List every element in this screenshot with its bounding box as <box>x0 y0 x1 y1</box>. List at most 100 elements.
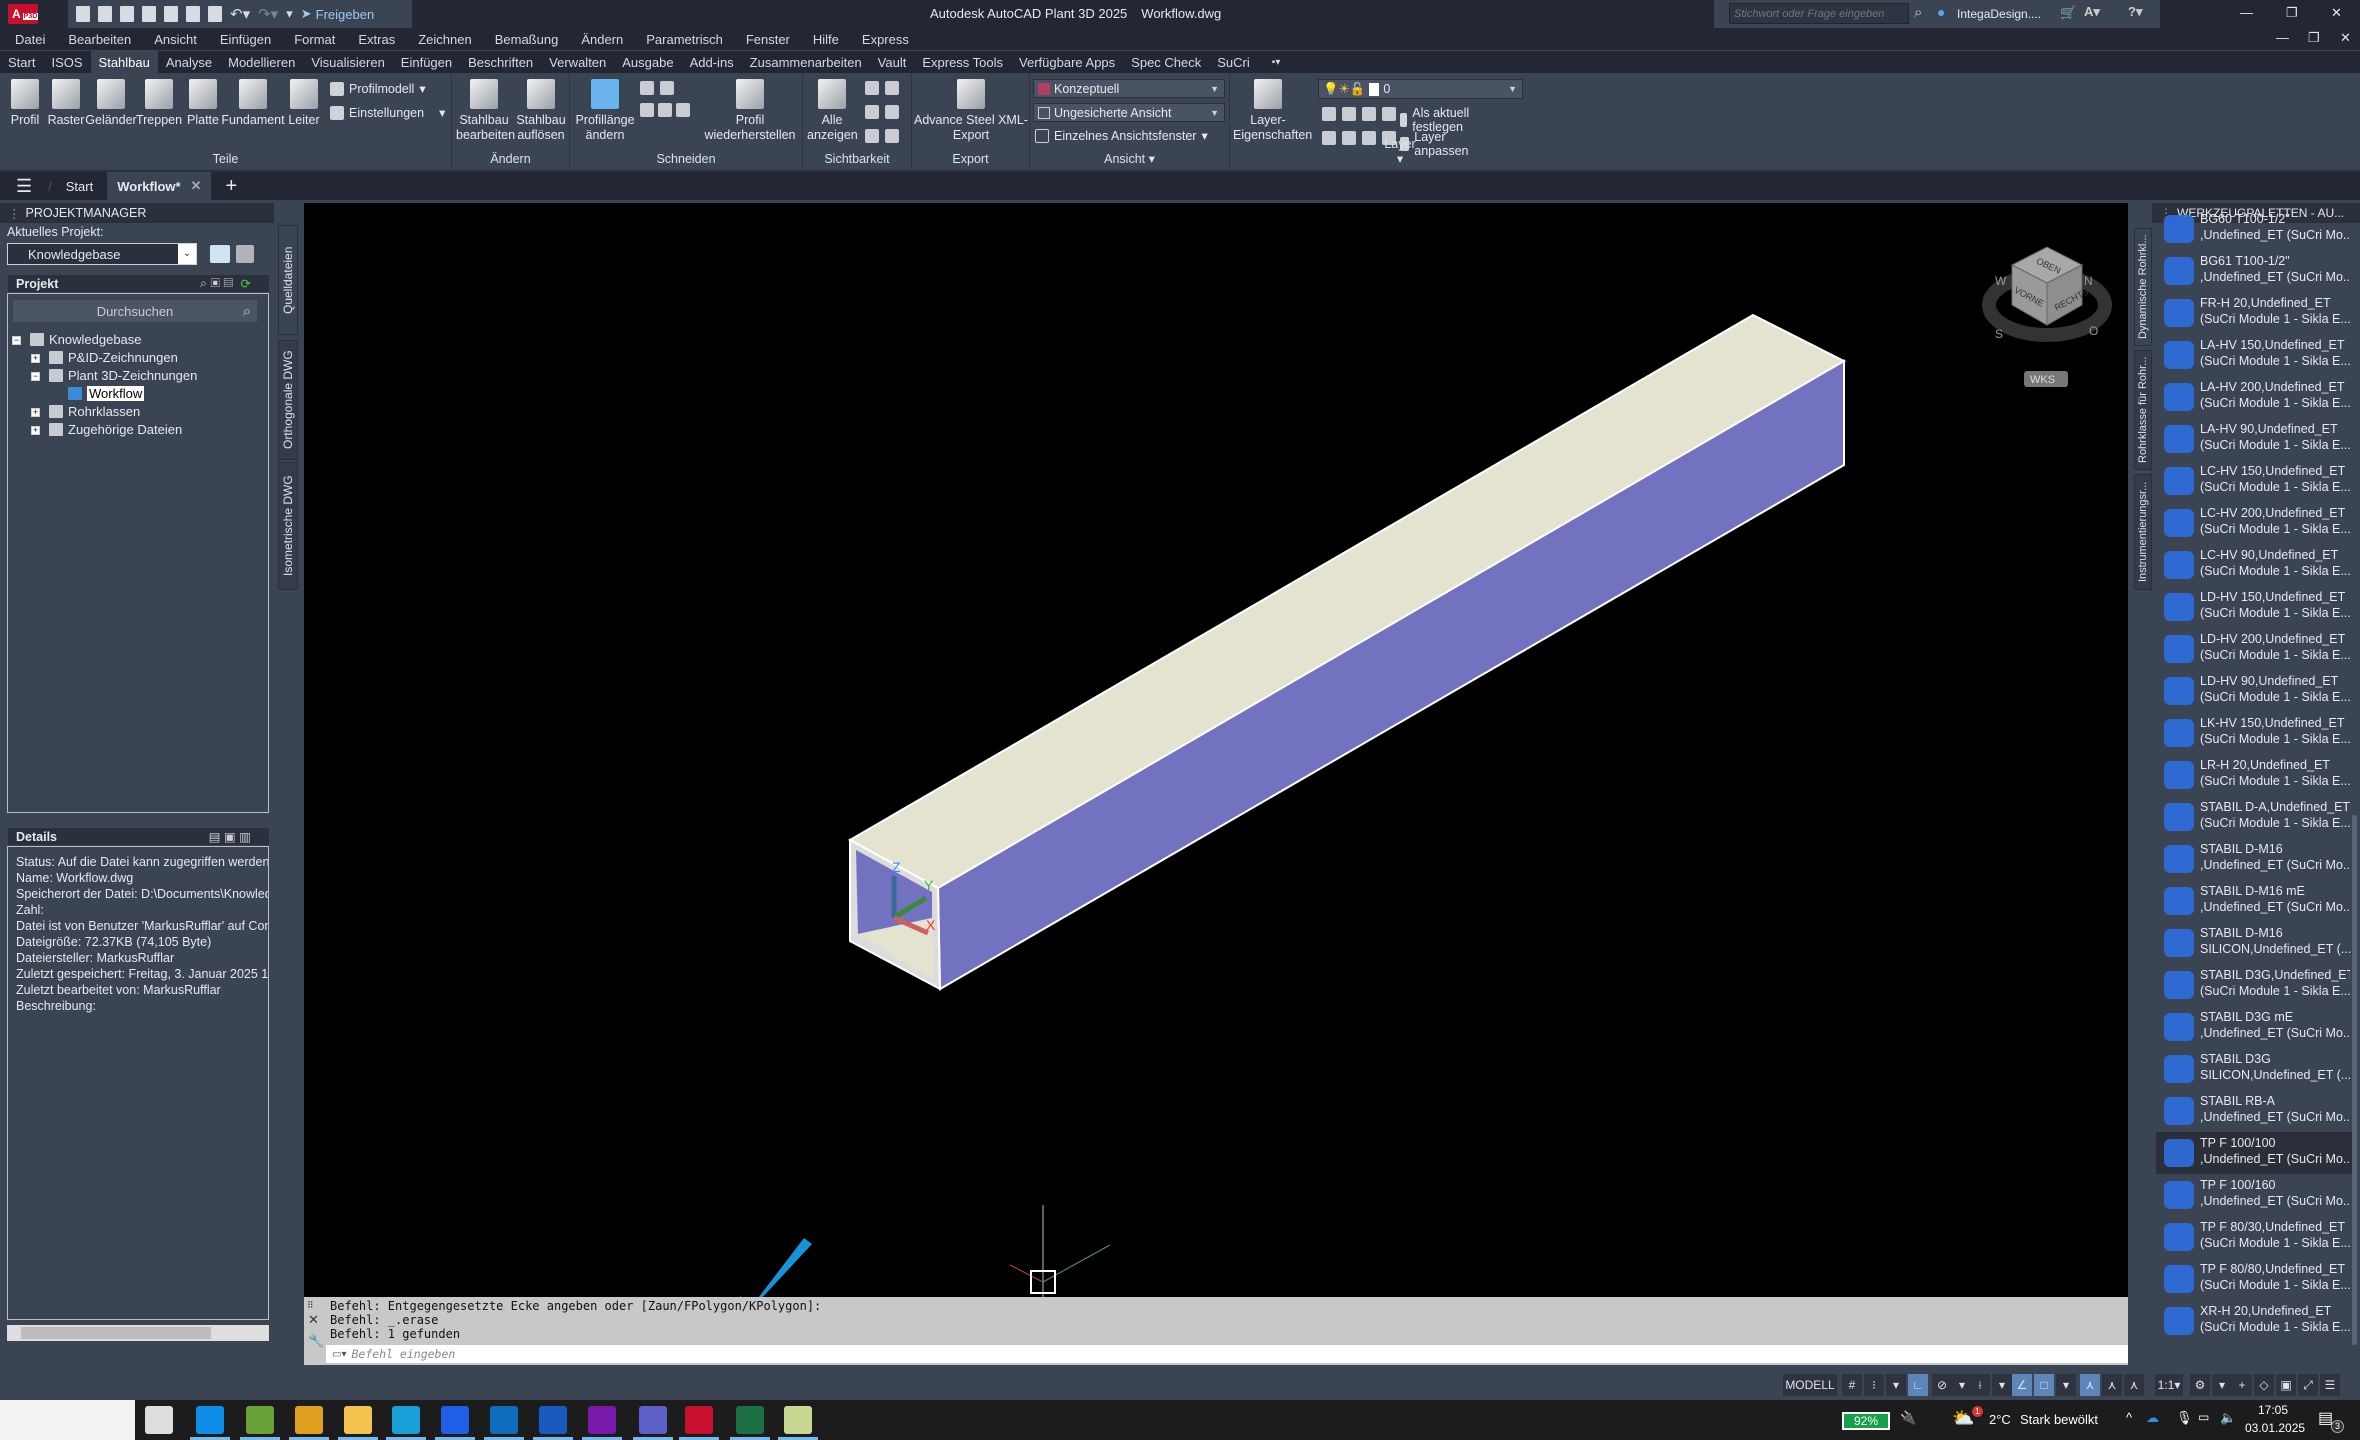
tree-item[interactable]: P&ID-Zeichnungen <box>49 350 178 365</box>
annotation-visibility-icon[interactable]: ⋏ <box>2080 1374 2100 1396</box>
layer-lock-icon[interactable] <box>1382 107 1396 121</box>
palette-tool[interactable]: STABIL D-A,Undefined_ET (SuCri Module 1 -… <box>2156 796 2352 838</box>
menu-item[interactable]: Ändern <box>581 32 623 47</box>
alle-anzeigen-button[interactable]: Alle anzeigen <box>807 79 858 143</box>
help-search-input[interactable] <box>1729 3 1909 24</box>
miter-icon[interactable] <box>660 81 674 95</box>
close-icon[interactable]: ✕ <box>308 1312 319 1328</box>
ribbon-display-toggle[interactable]: ▪▾ <box>1272 57 1281 68</box>
menu-icon[interactable]: ☰ <box>16 176 32 197</box>
ribbon-tab[interactable]: Vault <box>870 51 915 74</box>
command-prompt-icon[interactable]: ▭▾ <box>332 1349 346 1360</box>
einstellungen-button[interactable]: Einstellungen ▾ <box>330 105 445 120</box>
ribbon-tab[interactable]: Beschriften <box>460 51 541 74</box>
chrome-icon[interactable] <box>295 1406 323 1434</box>
help-icon[interactable]: ?▾ <box>2128 4 2142 20</box>
palette-tool[interactable]: TP F 100/100 ,Undefined_ET (SuCri Mo... <box>2156 1132 2352 1174</box>
show-icon[interactable] <box>865 105 879 119</box>
customize-icon[interactable]: ▾ <box>286 6 293 22</box>
palette-tool[interactable]: STABIL D-M16 ,Undefined_ET (SuCri Mo... <box>2156 838 2352 880</box>
share-button[interactable]: ➤ Freigeben <box>301 6 374 22</box>
microphone-icon[interactable]: 🎙 <box>2176 1410 2193 1426</box>
undo-icon[interactable]: ↶▾ <box>230 5 250 23</box>
network-icon[interactable]: ▭ <box>2198 1410 2209 1424</box>
osnap-menu-icon[interactable]: ▾ <box>1992 1374 2012 1396</box>
hide-other-icon[interactable] <box>885 105 899 119</box>
menu-item[interactable]: Fenster <box>746 32 790 47</box>
restore-button[interactable]: ❐ <box>2286 5 2298 21</box>
palette-tool[interactable]: STABIL D-M16 mE ,Undefined_ET (SuCri Mo..… <box>2156 880 2352 922</box>
menu-item[interactable]: Parametrisch <box>646 32 723 47</box>
print-icon[interactable] <box>210 245 230 263</box>
tree-toggle[interactable]: + <box>31 426 40 435</box>
snap-menu-icon[interactable]: ▾ <box>1886 1374 1906 1396</box>
palette-tool[interactable]: XR-H 20,Undefined_ET (SuCri Module 1 - Si… <box>2156 1300 2352 1342</box>
ribbon-tab[interactable]: Express Tools <box>914 51 1011 74</box>
palette-scrollbar[interactable] <box>2352 815 2357 1345</box>
stahlbau-aufloesen-button[interactable]: Stahlbau auflösen <box>514 79 568 143</box>
auto-scale-icon[interactable]: ⋏ <box>2102 1374 2122 1396</box>
menu-item[interactable]: Extras <box>358 32 395 47</box>
tab-start[interactable]: Start <box>66 179 93 194</box>
tree-item[interactable]: Workflow <box>68 386 145 401</box>
visual-style-dropdown[interactable]: Konzeptuell ▼ <box>1033 79 1225 98</box>
print-icon[interactable] <box>208 6 222 22</box>
ribbon-tab[interactable]: Verfügbare Apps <box>1011 51 1123 74</box>
chevron-up-icon[interactable]: ^ <box>2126 1410 2132 1425</box>
cut-left-icon[interactable] <box>640 103 654 117</box>
task-view-icon[interactable] <box>145 1406 173 1434</box>
clock-time[interactable]: 17:05 <box>2258 1403 2288 1417</box>
palette-tool[interactable]: LC-HV 200,Undefined_ET (SuCri Module 1 - … <box>2156 502 2352 544</box>
cut-icon[interactable] <box>640 81 654 95</box>
palette-side-tab[interactable]: Rohrklasse für Rohr... <box>2134 350 2152 470</box>
onenote-icon[interactable] <box>588 1406 616 1434</box>
panel-label[interactable]: Ansicht ▾ <box>1030 151 1229 166</box>
model-canvas[interactable]: Z Y X OBEN VORNE RECHTS W N S O WKS <box>304 203 2128 1297</box>
outlook-icon[interactable] <box>490 1406 518 1434</box>
word-icon[interactable] <box>539 1406 567 1434</box>
save-as-icon[interactable] <box>142 6 156 22</box>
doc-minimize-button[interactable]: — <box>2276 30 2289 45</box>
teams-icon[interactable] <box>639 1406 667 1434</box>
ribbon-tab[interactable]: Modellieren <box>220 51 303 74</box>
palette-tool[interactable]: STABIL D3G,Undefined_ET (SuCri Module 1 -… <box>2156 964 2352 1006</box>
palette-tool[interactable]: STABIL RB-A ,Undefined_ET (SuCri Mo... <box>2156 1090 2352 1132</box>
palette-tool[interactable]: LC-HV 150,Undefined_ET (SuCri Module 1 - … <box>2156 460 2352 502</box>
viewport-config-button[interactable]: Einzelnes Ansichtsfenster ▾ <box>1035 128 1208 143</box>
user-account-button[interactable]: IntegaDesign.... <box>1957 7 2041 21</box>
drawing-viewport[interactable]: Z Y X OBEN VORNE RECHTS W N S O WKS <box>304 203 2128 1297</box>
annotation-scale-button[interactable]: 1:1 ▾ <box>2155 1374 2183 1396</box>
osnap-icon[interactable]: □ <box>2034 1374 2054 1396</box>
ribbon-button[interactable]: Leiter <box>284 79 324 128</box>
menu-item[interactable]: Bearbeiten <box>68 32 131 47</box>
hide-icon[interactable] <box>865 81 879 95</box>
snap-icon[interactable]: ⁝ <box>1864 1374 1884 1396</box>
ortho-icon[interactable]: ∟ <box>1908 1374 1928 1396</box>
project-search-input[interactable]: Durchsuchen ⌕ <box>13 300 257 322</box>
palette-tool[interactable]: STABIL D-M16 SILICON,Undefined_ET (... <box>2156 922 2352 964</box>
ribbon-tab[interactable]: Visualisieren <box>303 51 392 74</box>
viewcube[interactable]: OBEN VORNE RECHTS W N S O <box>1982 246 2112 342</box>
palette-tool[interactable]: LD-HV 150,Undefined_ET (SuCri Module 1 - … <box>2156 586 2352 628</box>
layer-properties-button[interactable]: Layer- Eigenschaften <box>1233 79 1312 143</box>
tree-item[interactable]: Zugehörige Dateien <box>49 422 182 437</box>
visibility-b-icon[interactable] <box>885 129 899 143</box>
named-view-dropdown[interactable]: Ungesicherte Ansicht ▼ <box>1033 103 1225 122</box>
xml-export-button[interactable]: Advance Steel XML- Export <box>914 79 1028 143</box>
annotation-scale-icon[interactable]: ⋏ <box>2124 1374 2144 1396</box>
visibility-a-icon[interactable] <box>865 129 879 143</box>
menu-item[interactable]: Zeichnen <box>418 32 471 47</box>
project-toolbar-icons[interactable]: ⌕ ▣ ▤ <box>200 276 233 291</box>
tab-workflow[interactable]: Workflow* ✕ <box>107 172 212 200</box>
file-explorer-icon[interactable] <box>344 1406 372 1434</box>
current-project-dropdown[interactable]: Knowledgebase ⌄ <box>7 243 197 265</box>
close-button[interactable]: ✕ <box>2331 5 2342 21</box>
horizontal-scrollbar[interactable] <box>7 1325 269 1341</box>
side-tab[interactable]: Quelldateien <box>278 225 298 335</box>
tree-item[interactable]: Plant 3D-Zeichnungen <box>49 368 197 383</box>
isolate-icon[interactable] <box>885 81 899 95</box>
tree-toggle[interactable]: + <box>31 354 40 363</box>
ribbon-tab[interactable]: SuCri <box>1209 51 1258 74</box>
palette-tool[interactable]: TP F 80/30,Undefined_ET (SuCri Module 1 -… <box>2156 1216 2352 1258</box>
palette-tool[interactable]: TP F 100/160 ,Undefined_ET (SuCri Mo... <box>2156 1174 2352 1216</box>
